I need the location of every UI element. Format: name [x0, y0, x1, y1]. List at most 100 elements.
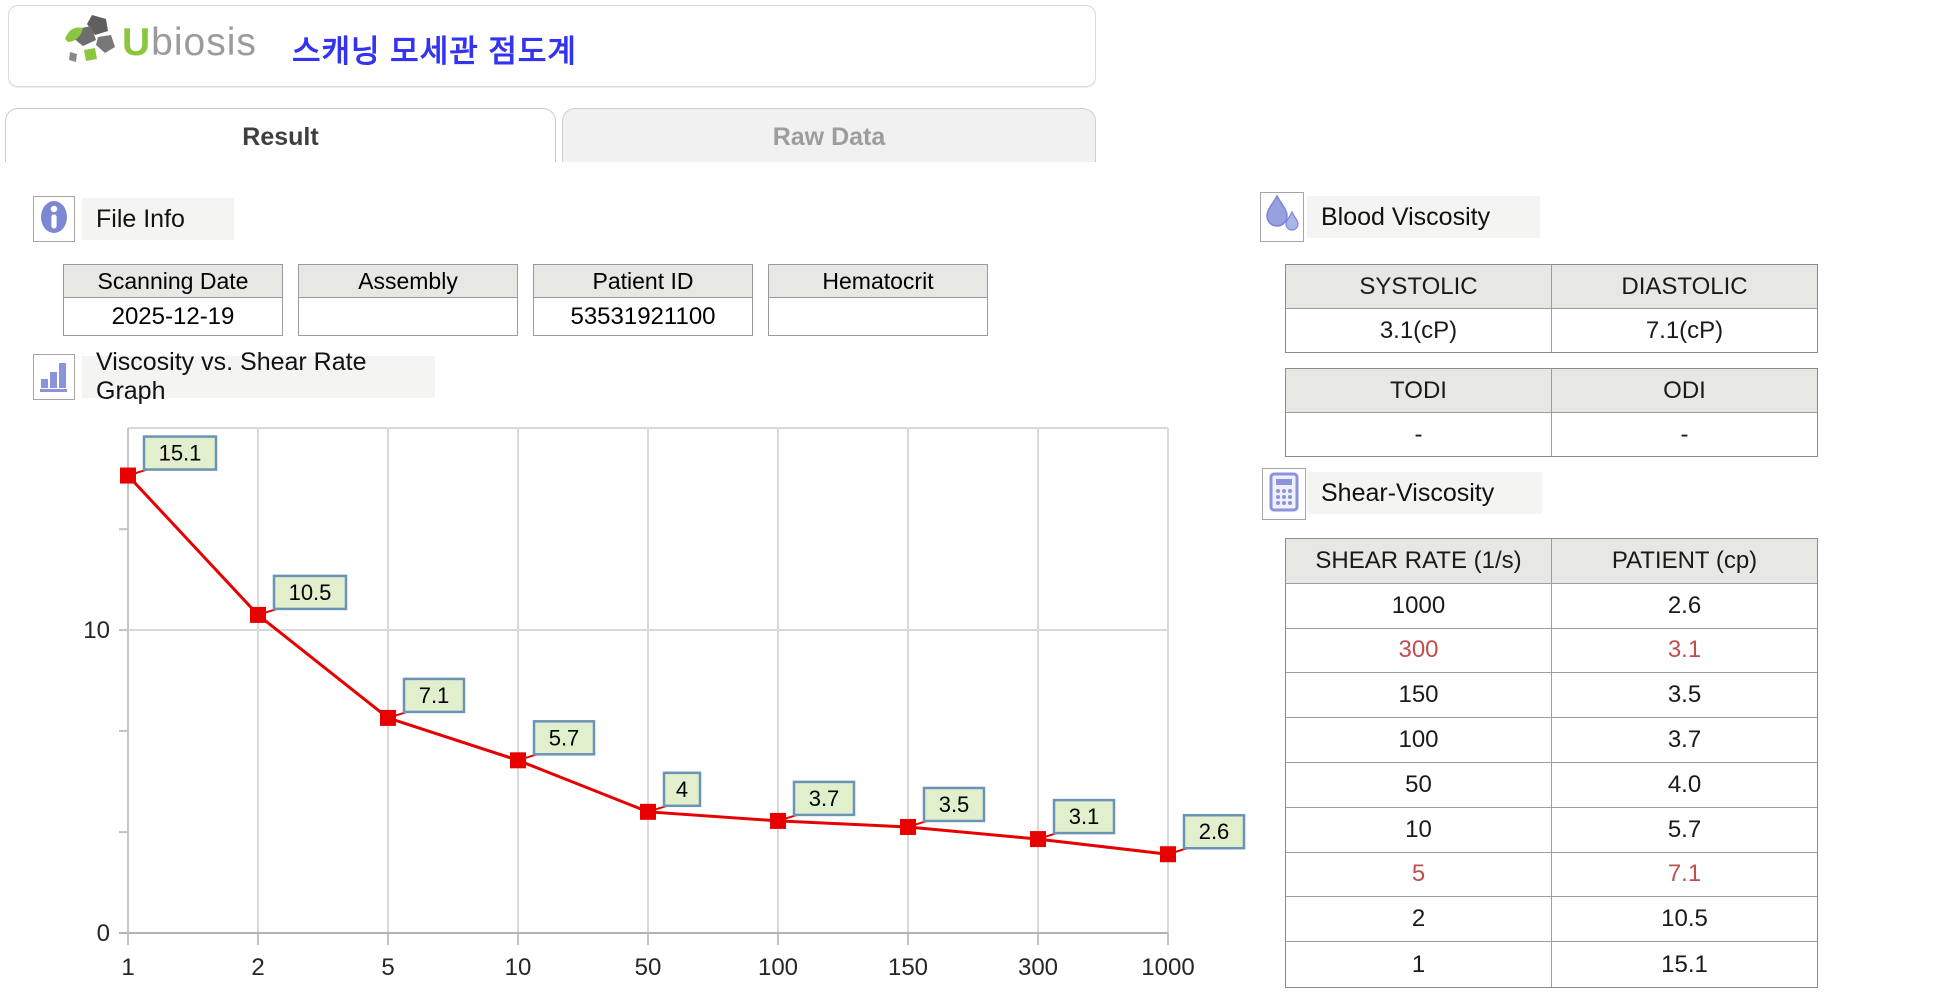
- ubiosis-logo-icon: [62, 12, 118, 75]
- odi-value: -: [1552, 413, 1817, 456]
- shear-rate-cell: 150: [1286, 673, 1552, 717]
- data-point-marker: [1160, 846, 1176, 862]
- shear-rate-cell: 100: [1286, 718, 1552, 762]
- column-header-shear-rate: SHEAR RATE (1/s): [1286, 539, 1552, 583]
- x-tick-label: 5: [381, 954, 394, 981]
- x-tick-label: 300: [1018, 954, 1058, 981]
- viscosity-shear-rate-chart: 1 2 5 10 50 100 150 300 1000 0 10 15.1 10.5 7.1 5.7 4 3.…: [60, 420, 1260, 995]
- column-header: ODI: [1552, 369, 1817, 413]
- table-row: 210.5: [1286, 897, 1817, 942]
- data-point-marker: [380, 710, 396, 726]
- field-patient-id: Patient ID 53531921100: [533, 264, 753, 336]
- data-point-label: 5.7: [549, 725, 580, 750]
- patient-viscosity-cell: 10.5: [1552, 897, 1817, 941]
- data-point-label: 10.5: [289, 580, 332, 605]
- patient-viscosity-cell: 4.0: [1552, 763, 1817, 807]
- data-point-marker: [510, 752, 526, 768]
- page-title-korean: 스캐닝 모세관 점도계: [292, 26, 577, 71]
- tab-result[interactable]: Result: [5, 108, 556, 162]
- calculator-icon: [1267, 471, 1301, 518]
- table-row: 57.1: [1286, 853, 1817, 898]
- table-header-row: SHEAR RATE (1/s) PATIENT (cp): [1286, 539, 1817, 584]
- shear-rate-cell: 50: [1286, 763, 1552, 807]
- patient-viscosity-cell: 5.7: [1552, 808, 1817, 852]
- tab-raw-data[interactable]: Raw Data: [562, 108, 1096, 162]
- column-header: SYSTOLIC: [1286, 265, 1552, 309]
- field-label: Hematocrit: [769, 265, 987, 298]
- todi-odi-table: TODI ODI - -: [1285, 368, 1818, 457]
- field-hematocrit: Hematocrit: [768, 264, 988, 336]
- patient-viscosity-cell: 7.1: [1552, 853, 1817, 897]
- shear-viscosity-section-title: Shear-Viscosity: [1307, 472, 1542, 514]
- field-label: Assembly: [299, 265, 517, 298]
- table-row: 115.1: [1286, 942, 1817, 987]
- x-tick-label: 10: [505, 954, 532, 981]
- y-tick-label: 0: [97, 920, 110, 947]
- shear-rate-cell: 10: [1286, 808, 1552, 852]
- file-info-section-title: File Info: [82, 198, 234, 240]
- field-label: Scanning Date: [64, 265, 282, 298]
- x-tick-label: 1: [121, 954, 134, 981]
- file-info-icon-box: [33, 196, 75, 242]
- systolic-value: 3.1(cP): [1286, 309, 1552, 352]
- patient-viscosity-cell: 2.6: [1552, 584, 1817, 628]
- data-point-marker: [770, 813, 786, 829]
- shear-viscosity-table: SHEAR RATE (1/s) PATIENT (cp) 10002.6300…: [1285, 538, 1818, 988]
- table-row: 105.7: [1286, 808, 1817, 853]
- table-row: 1003.7: [1286, 718, 1817, 763]
- data-point-label: 3.7: [809, 786, 840, 811]
- column-header-patient: PATIENT (cp): [1552, 539, 1817, 583]
- graph-icon-box: [33, 354, 75, 400]
- shear-viscosity-icon-box: [1262, 468, 1306, 520]
- droplets-icon: [1264, 194, 1300, 241]
- data-point-marker: [120, 468, 136, 484]
- blood-viscosity-section-title: Blood Viscosity: [1307, 196, 1540, 238]
- table-row: 10002.6: [1286, 584, 1817, 629]
- data-point-label: 3.1: [1069, 804, 1100, 829]
- brand-logo: Ubiosis: [62, 14, 257, 72]
- field-value: [769, 298, 987, 335]
- column-header: TODI: [1286, 369, 1552, 413]
- table-row: 504.0: [1286, 763, 1817, 808]
- shear-rate-cell: 300: [1286, 629, 1552, 673]
- bar-chart-icon: [37, 355, 71, 400]
- table-row: 3003.1: [1286, 629, 1817, 674]
- data-point-label: 15.1: [159, 441, 202, 466]
- data-point-marker: [640, 804, 656, 820]
- field-value: [299, 298, 517, 335]
- x-tick-label: 1000: [1141, 954, 1194, 981]
- y-tick-label: 10: [83, 617, 110, 644]
- blood-viscosity-table: SYSTOLIC DIASTOLIC 3.1(cP) 7.1(cP): [1285, 264, 1818, 353]
- field-scanning-date: Scanning Date 2025-12-19: [63, 264, 283, 336]
- field-value: 53531921100: [534, 298, 752, 335]
- graph-section-title: Viscosity vs. Shear Rate Graph: [82, 356, 435, 398]
- patient-viscosity-cell: 3.1: [1552, 629, 1817, 673]
- data-point-label: 4: [676, 777, 688, 802]
- data-point-marker: [1030, 831, 1046, 847]
- column-header: DIASTOLIC: [1552, 265, 1817, 309]
- shear-rate-cell: 5: [1286, 853, 1552, 897]
- patient-viscosity-cell: 3.7: [1552, 718, 1817, 762]
- field-label: Patient ID: [534, 265, 752, 298]
- info-icon: [38, 198, 70, 241]
- x-tick-label: 50: [635, 954, 662, 981]
- data-point-label: 7.1: [419, 683, 450, 708]
- x-tick-label: 100: [758, 954, 798, 981]
- data-point-marker: [900, 819, 916, 835]
- field-assembly: Assembly: [298, 264, 518, 336]
- brand-wordmark: Ubiosis: [122, 21, 257, 65]
- diastolic-value: 7.1(cP): [1552, 309, 1817, 352]
- x-tick-label: 2: [251, 954, 264, 981]
- shear-rate-cell: 1: [1286, 942, 1552, 987]
- x-tick-label: 150: [888, 954, 928, 981]
- field-value: 2025-12-19: [64, 298, 282, 335]
- patient-viscosity-cell: 15.1: [1552, 942, 1817, 987]
- todi-value: -: [1286, 413, 1552, 456]
- data-point-marker: [250, 607, 266, 623]
- data-point-label: 3.5: [939, 792, 970, 817]
- table-row: 1503.5: [1286, 673, 1817, 718]
- patient-viscosity-cell: 3.5: [1552, 673, 1817, 717]
- blood-viscosity-icon-box: [1260, 192, 1304, 242]
- data-point-label: 2.6: [1199, 819, 1230, 844]
- shear-rate-cell: 2: [1286, 897, 1552, 941]
